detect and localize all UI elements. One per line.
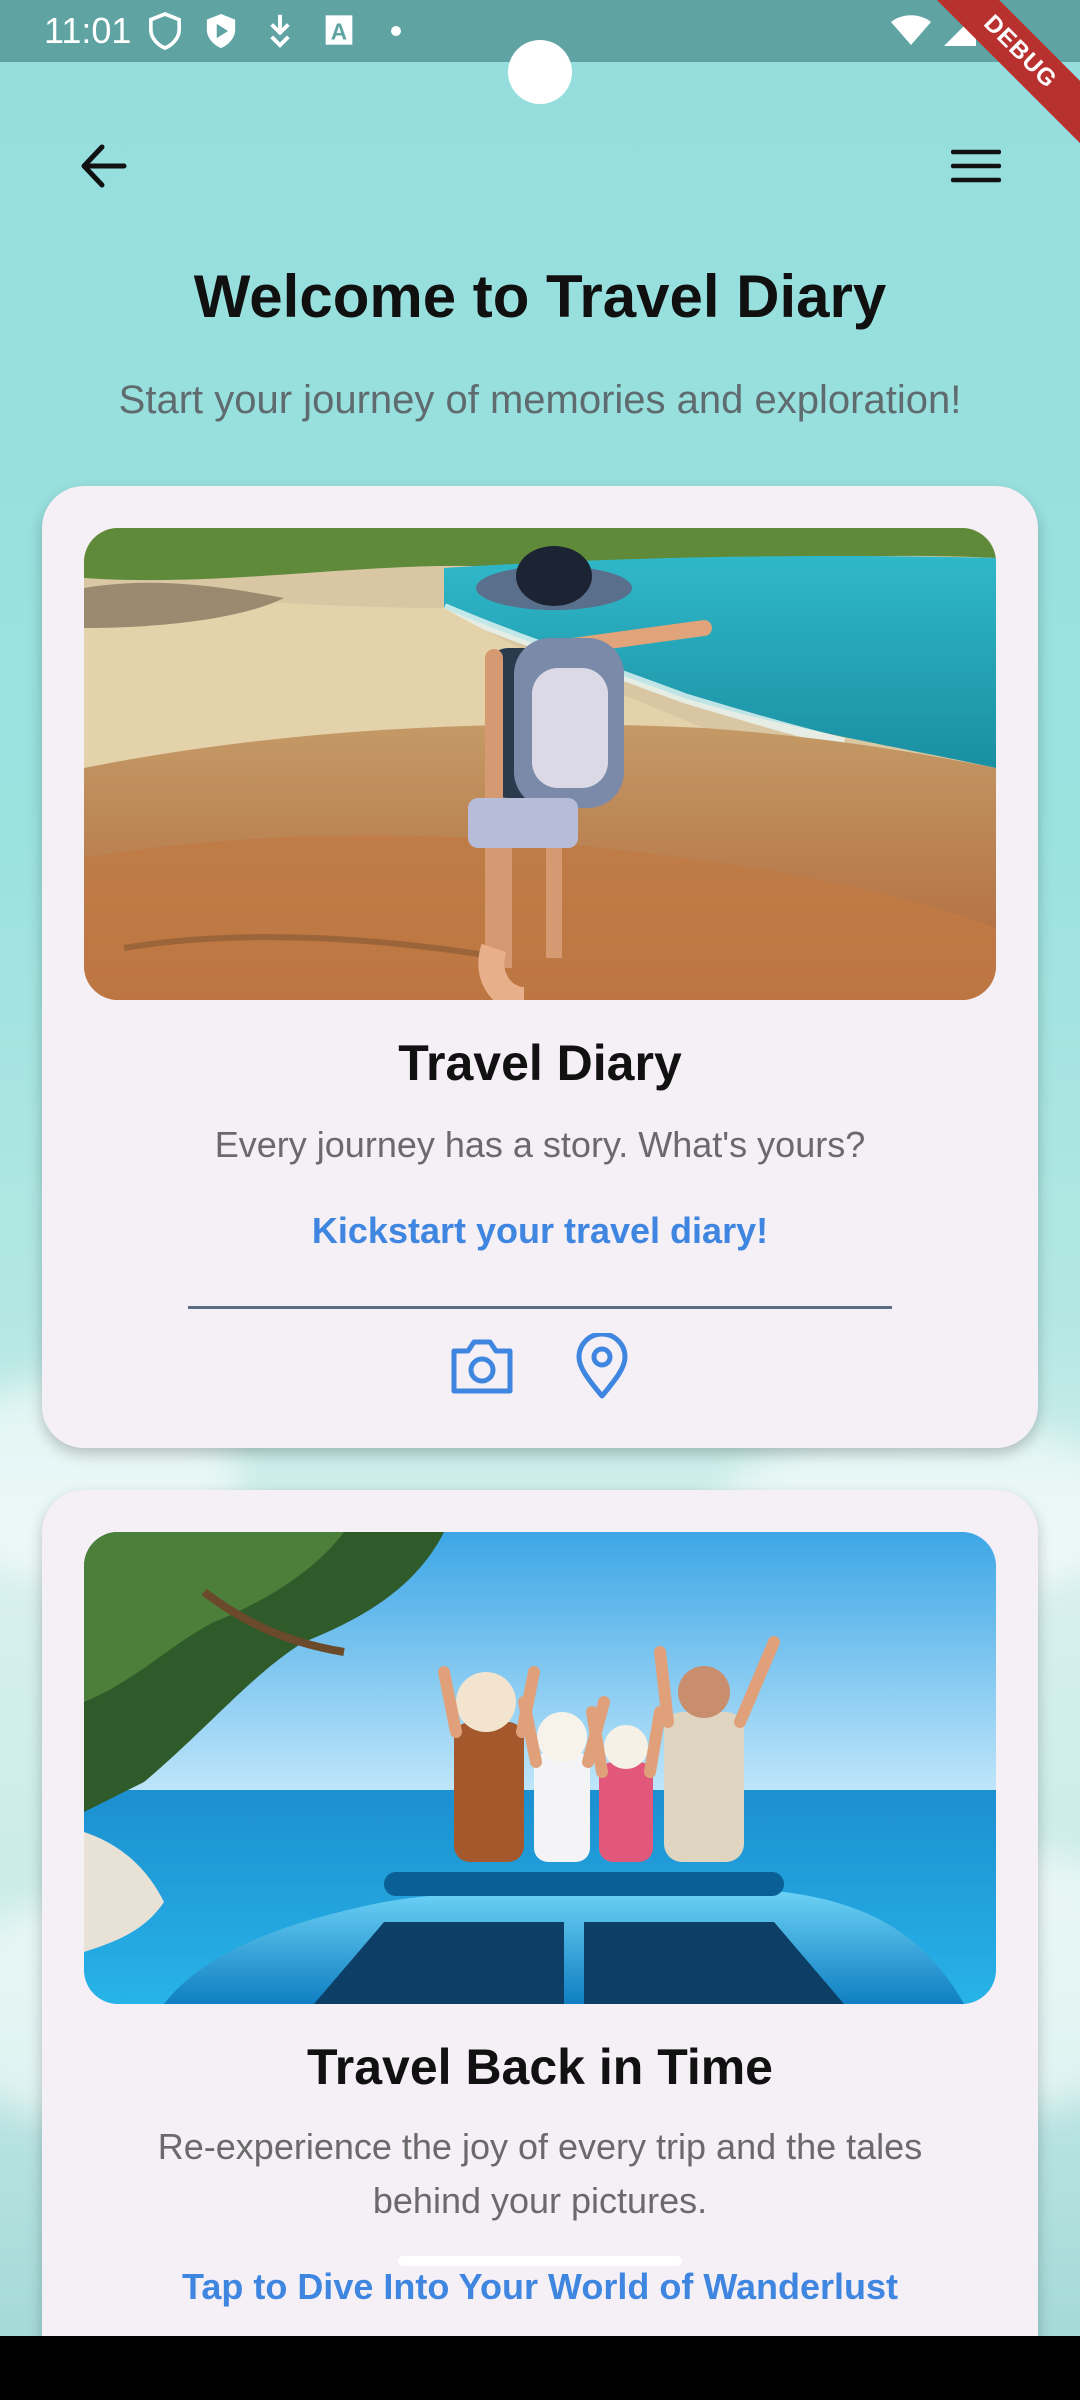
location-pin-icon <box>575 1331 629 1404</box>
kickstart-diary-link[interactable]: Kickstart your travel diary! <box>42 1210 1038 1252</box>
a-icon: A <box>324 14 354 51</box>
play-protect-icon <box>204 12 238 55</box>
page-subtitle: Start your journey of memories and explo… <box>118 378 962 422</box>
camera-icon <box>448 1337 516 1400</box>
back-button[interactable] <box>62 126 146 210</box>
card-divider <box>188 1306 892 1309</box>
shield-icon <box>148 12 182 55</box>
menu-button[interactable] <box>934 126 1018 210</box>
location-button[interactable] <box>562 1328 642 1408</box>
arrow-back-icon <box>80 144 128 193</box>
screen: 11:01 A DEBUG Welcome to Travel Diary St… <box>0 0 1080 2400</box>
svg-text:A: A <box>331 18 347 44</box>
system-navigation-bar <box>0 2336 1080 2400</box>
dive-into-wanderlust-link[interactable]: Tap to Dive Into Your World of Wanderlus… <box>42 2266 1038 2308</box>
card-description: Re-experience the joy of every trip and … <box>157 2126 923 2221</box>
home-gesture-handle[interactable] <box>398 2256 682 2266</box>
card-title: Travel Back in Time <box>307 2039 773 2095</box>
beach-traveler-image <box>84 528 996 1000</box>
wifi-icon <box>890 14 932 51</box>
hamburger-menu-icon <box>950 148 1002 189</box>
family-car-image <box>84 1532 996 2004</box>
dot-icon <box>390 24 402 42</box>
page-title: Welcome to Travel Diary <box>193 263 887 330</box>
travel-diary-card[interactable]: Travel Diary Every journey has a story. … <box>42 486 1038 1448</box>
status-time: 11:01 <box>44 10 132 51</box>
card-description: Every journey has a story. What's yours? <box>214 1124 866 1165</box>
camera-button[interactable] <box>442 1328 522 1408</box>
travel-back-in-time-card[interactable]: Travel Back in Time Re-experience the jo… <box>42 1490 1038 2390</box>
camera-cutout <box>508 40 572 104</box>
download-icon <box>266 12 294 53</box>
card-title: Travel Diary <box>398 1035 682 1091</box>
